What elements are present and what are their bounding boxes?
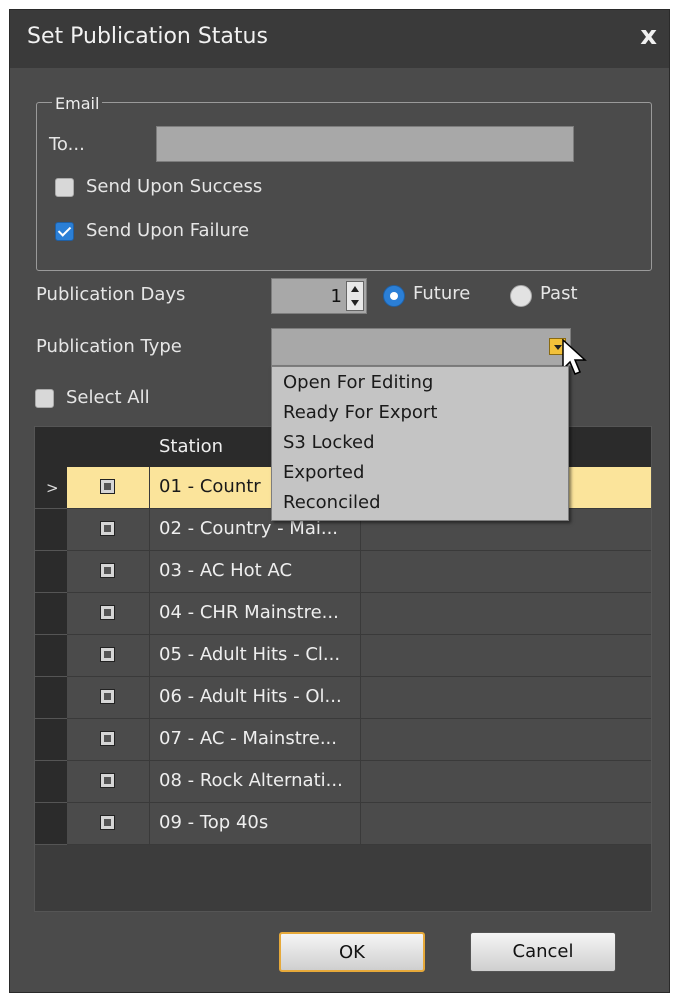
close-icon[interactable]: x: [640, 21, 657, 51]
row-checkbox[interactable]: [100, 479, 115, 494]
publication-type-dropdown[interactable]: [271, 328, 571, 366]
publication-days-label: Publication Days: [36, 284, 186, 305]
row-header[interactable]: [35, 551, 67, 593]
row-header[interactable]: [35, 803, 67, 845]
publication-days-stepper[interactable]: 1: [271, 278, 367, 314]
option-open-for-editing[interactable]: Open For Editing: [283, 372, 433, 393]
row-header[interactable]: [35, 719, 67, 761]
station-cell: 06 - Adult Hits - Ol...: [159, 686, 342, 707]
station-cell: 07 - AC - Mainstre...: [159, 728, 337, 749]
row-checkbox[interactable]: [100, 815, 115, 830]
title-bar: Set Publication Status x: [10, 10, 669, 68]
row-header[interactable]: [35, 635, 67, 677]
row-checkbox[interactable]: [100, 647, 115, 662]
send-upon-failure-checkbox[interactable]: [55, 222, 74, 241]
to-label: To...: [49, 134, 85, 155]
table-row[interactable]: 09 - Top 40s: [35, 803, 651, 845]
publication-type-label: Publication Type: [36, 336, 182, 357]
set-publication-status-dialog: Set Publication Status x Email To... Sen…: [9, 9, 670, 993]
stepper-up-icon[interactable]: [351, 286, 359, 292]
future-radio[interactable]: [383, 285, 405, 307]
ok-button[interactable]: OK: [279, 932, 425, 972]
send-upon-failure-label: Send Upon Failure: [86, 220, 250, 241]
stepper-down-icon[interactable]: [351, 300, 359, 306]
station-cell: 08 - Rock Alternati...: [159, 770, 343, 791]
row-checkbox[interactable]: [100, 521, 115, 536]
current-row-arrow-icon: >: [46, 479, 59, 497]
past-label: Past: [540, 283, 578, 304]
row-header[interactable]: [35, 593, 67, 635]
station-cell: 05 - Adult Hits - Cl...: [159, 644, 341, 665]
row-header[interactable]: [35, 761, 67, 803]
table-row[interactable]: 06 - Adult Hits - Ol...: [35, 677, 651, 719]
option-exported[interactable]: Exported: [283, 462, 364, 483]
table-row[interactable]: 04 - CHR Mainstre...: [35, 593, 651, 635]
station-cell: 03 - AC Hot AC: [159, 560, 293, 581]
send-upon-success-label: Send Upon Success: [86, 176, 263, 197]
row-header[interactable]: [35, 509, 67, 551]
dialog-title: Set Publication Status: [27, 24, 268, 49]
station-cell: 04 - CHR Mainstre...: [159, 602, 339, 623]
column-header-station[interactable]: Station: [159, 436, 223, 457]
email-group-label: Email: [52, 94, 103, 113]
select-all-checkbox[interactable]: [35, 389, 54, 408]
publication-type-options-list: Open For Editing Ready For Export S3 Loc…: [271, 366, 569, 521]
row-checkbox[interactable]: [100, 605, 115, 620]
row-checkbox[interactable]: [100, 689, 115, 704]
cancel-button[interactable]: Cancel: [470, 932, 616, 972]
future-label: Future: [413, 283, 471, 304]
row-checkbox[interactable]: [100, 773, 115, 788]
station-cell: 02 - Country - Mai...: [159, 518, 339, 539]
table-row[interactable]: 08 - Rock Alternati...: [35, 761, 651, 803]
option-s3-locked[interactable]: S3 Locked: [283, 432, 375, 453]
row-checkbox[interactable]: [100, 563, 115, 578]
to-input[interactable]: [156, 126, 574, 162]
row-header[interactable]: [35, 677, 67, 719]
option-ready-for-export[interactable]: Ready For Export: [283, 402, 437, 423]
row-checkbox[interactable]: [100, 731, 115, 746]
option-reconciled[interactable]: Reconciled: [283, 492, 381, 513]
table-row[interactable]: 03 - AC Hot AC: [35, 551, 651, 593]
table-row[interactable]: 07 - AC - Mainstre...: [35, 719, 651, 761]
publication-days-value: 1: [330, 286, 342, 307]
select-all-label: Select All: [66, 387, 150, 408]
past-radio[interactable]: [510, 285, 532, 307]
station-cell: 01 - Countr: [159, 476, 261, 497]
table-row[interactable]: 05 - Adult Hits - Cl...: [35, 635, 651, 677]
stepper-buttons[interactable]: [346, 281, 364, 311]
row-header[interactable]: >: [35, 467, 67, 509]
send-upon-success-checkbox[interactable]: [55, 178, 74, 197]
station-cell: 09 - Top 40s: [159, 812, 269, 833]
